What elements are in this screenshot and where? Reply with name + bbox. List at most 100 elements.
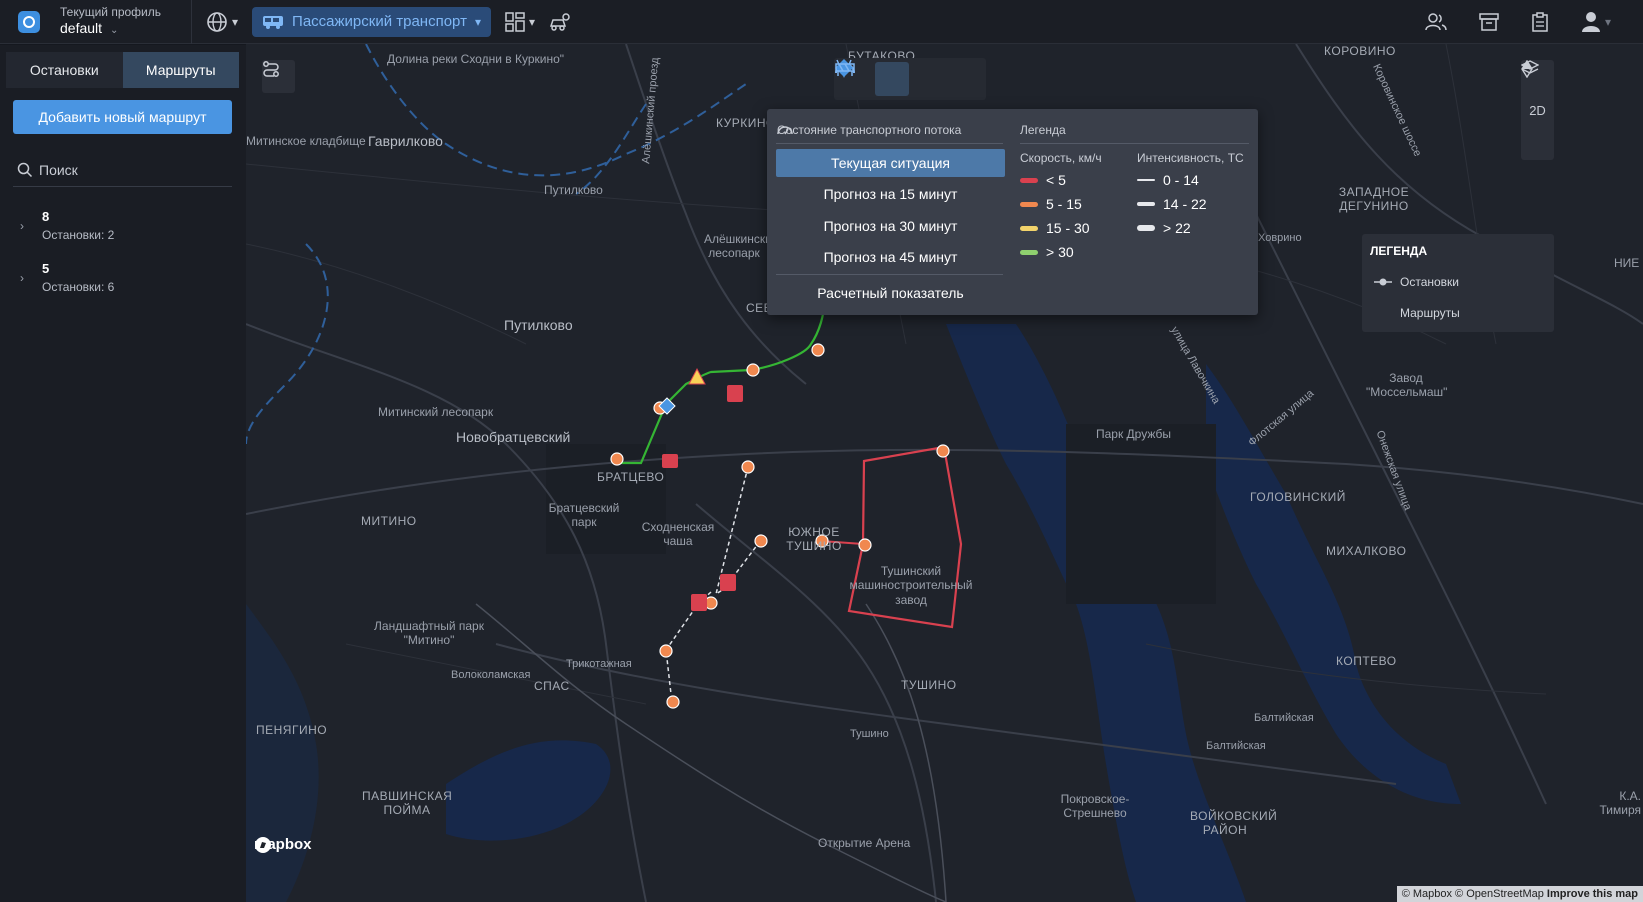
legend-stops: Остановки [1400, 275, 1459, 289]
route-stops-count: Остановки: 6 [42, 280, 115, 294]
clipboard-button[interactable] [1531, 12, 1549, 32]
profile-label: Текущий профиль [60, 5, 162, 20]
map-label: Открытие Арена [818, 836, 911, 850]
map-label: СПАС [534, 679, 570, 693]
map-label: Покровское-Стрешнево [1060, 792, 1130, 821]
option-computed[interactable]: Расчетный показатель [776, 279, 1005, 307]
improve-map-link[interactable]: Improve this map [1547, 888, 1638, 900]
dashboard-button[interactable]: ▾ [505, 11, 536, 32]
map-label: Парк Дружбы [1096, 427, 1172, 441]
profile-selector[interactable]: Текущий профиль default ⌄ [60, 5, 161, 38]
tab-routes[interactable]: Маршруты [122, 52, 239, 88]
user-avatar-icon [1581, 12, 1600, 32]
car-settings-icon [549, 12, 570, 31]
speed-header: Скорость, км/ч [1020, 151, 1102, 165]
caret-down-icon: ▾ [474, 14, 481, 29]
add-route-button[interactable]: Добавить новый маршрут [13, 100, 232, 134]
globe-icon [207, 11, 227, 32]
route-list-item[interactable]: › 5 Остановки: 6 [20, 261, 230, 301]
map-label: К.А. Тимиря [1599, 789, 1642, 818]
toolbar-signs-button[interactable] [835, 59, 945, 96]
map-label: Ховрино [1258, 232, 1302, 244]
search-input[interactable] [39, 161, 219, 178]
chevron-right-icon: › [20, 271, 24, 285]
speed-swatch [1020, 201, 1038, 207]
speed-swatch [1020, 249, 1038, 255]
user-menu-button[interactable]: ▾ [1581, 11, 1611, 33]
route-list-item[interactable]: › 8 Остановки: 2 [20, 209, 230, 249]
map-label: НИЕ [1614, 256, 1640, 270]
map-label: Трикотажная [566, 658, 632, 670]
sidebar: Остановки Маршруты Добавить новый маршру… [0, 45, 246, 902]
vehicle-settings-button[interactable] [549, 12, 571, 32]
map-label: Митинское кладбище [246, 134, 366, 148]
profile-value[interactable]: default ⌄ [60, 20, 161, 38]
map-view-controls: 2D [1521, 60, 1554, 160]
users-button[interactable] [1425, 12, 1447, 32]
map-label: Балтийская [1206, 740, 1266, 752]
traffic-panel: Состояние транспортного потока Текущая с… [767, 109, 1258, 315]
option-forecast-45[interactable]: Прогноз на 45 минут [776, 243, 1005, 271]
map-canvas[interactable]: Долина реки Сходни в Куркино" БУТАКОВО К… [246, 44, 1643, 902]
map-toolbar [834, 58, 986, 100]
speed-legend-row: < 5 [1020, 172, 1066, 188]
users-icon [1425, 13, 1447, 31]
intensity-legend-row: 14 - 22 [1137, 196, 1207, 212]
toggle-2d-button[interactable]: 2D [1529, 103, 1546, 118]
toolbar-roadworks-button[interactable] [835, 62, 981, 96]
speed-label: 5 - 15 [1046, 196, 1082, 212]
speed-swatch [1020, 225, 1038, 231]
route-builder-button[interactable] [262, 60, 295, 93]
map-label: ПАВШИНСКАЯ ПОЙМА [362, 789, 453, 818]
app-logo-icon[interactable] [18, 10, 40, 33]
transport-selector[interactable]: Пассажирский транспорт ▾ [252, 6, 491, 37]
compass-icon[interactable] [1521, 60, 1533, 78]
caret-down-icon: ▾ [528, 14, 536, 29]
map-label: ПЕНЯГИНО [256, 723, 328, 737]
map-label: МИТИНО [361, 514, 417, 528]
map-label: Путилково [544, 183, 603, 197]
archive-icon [1479, 13, 1499, 31]
divider [776, 274, 1003, 275]
transport-label: Пассажирский транспорт [292, 13, 467, 30]
route-stops-count: Остановки: 2 [42, 228, 115, 242]
legend-routes: Маршруты [1400, 306, 1460, 320]
traffic-panel-title: Состояние транспортного потока [777, 123, 962, 137]
intensity-swatch [1137, 179, 1155, 181]
clipboard-icon [1532, 12, 1548, 32]
speed-legend-row: > 30 [1020, 244, 1074, 260]
language-button[interactable]: ▾ [206, 11, 238, 33]
attribution-text[interactable]: © Mapbox © OpenStreetMap [1402, 888, 1544, 900]
option-current[interactable]: Текущая ситуация [776, 149, 1005, 177]
mapbox-logo[interactable]: mapbox [254, 836, 312, 853]
map-label: Митинский лесопарк [378, 405, 494, 419]
intensity-swatch [1137, 225, 1155, 231]
profile-value-text: default [60, 20, 103, 37]
archive-button[interactable] [1479, 12, 1499, 32]
caret-down-icon: ▾ [1604, 15, 1611, 29]
option-forecast-15[interactable]: Прогноз на 15 минут [776, 180, 1005, 208]
mapbox-icon [255, 837, 271, 853]
map-label: БРАТЦЕВО [597, 470, 665, 484]
divider [776, 143, 1003, 144]
map-label: Волоколамская [451, 669, 531, 681]
speed-label: 15 - 30 [1046, 220, 1090, 236]
map-label: Долина реки Сходни в Куркино" [387, 52, 565, 66]
map-label: Ландшафтный парк "Митино" [374, 619, 484, 648]
option-forecast-30[interactable]: Прогноз на 30 минут [776, 212, 1005, 240]
speed-label: > 30 [1046, 244, 1074, 260]
intensity-header: Интенсивность, ТС [1137, 151, 1244, 165]
route-path-icon [263, 61, 279, 77]
topbar-right: ▾ [1425, 0, 1643, 44]
caret-down-icon: ▾ [232, 14, 239, 29]
route-name: 8 [42, 209, 50, 224]
bus-icon [263, 15, 284, 29]
map-label: ВОЙКОВСКИЙ РАЙОН [1190, 809, 1278, 838]
map-label: ГОЛОВИНСКИЙ [1250, 490, 1346, 504]
intensity-swatch [1137, 202, 1155, 206]
tab-stops[interactable]: Остановки [6, 52, 123, 88]
intensity-label: 0 - 14 [1163, 172, 1199, 188]
toolbar-traffic-button[interactable] [835, 62, 909, 96]
map-legend: ЛЕГЕНДА Остановки Маршруты [1362, 234, 1554, 332]
search-icon [17, 162, 33, 177]
